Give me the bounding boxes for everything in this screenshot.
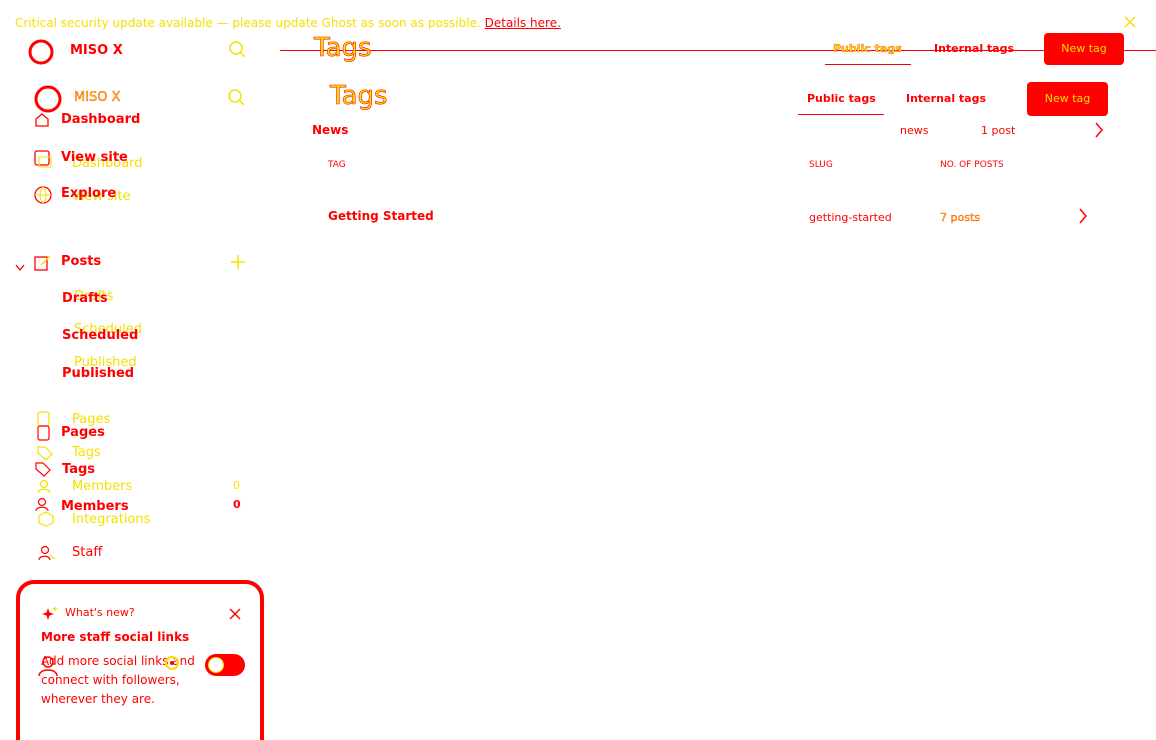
tag-row-slug: getting-started bbox=[809, 211, 892, 224]
view-site-icon bbox=[34, 150, 52, 172]
tab-public-underline bbox=[798, 114, 884, 115]
sidebar-item-published[interactable]: Published bbox=[62, 366, 134, 381]
whats-new-body-line3: wherever they are. bbox=[41, 692, 155, 706]
tab-internal-ghost[interactable]: Internal tags bbox=[934, 42, 1014, 55]
header-rule bbox=[280, 50, 1156, 51]
page-title: Tags bbox=[330, 81, 388, 112]
tag-row-name[interactable]: Getting Started bbox=[328, 209, 434, 223]
banner-message: Critical security update available — ple… bbox=[15, 16, 481, 30]
column-header-posts: NO. OF POSTS bbox=[940, 160, 1004, 170]
brand-logo-ghost bbox=[28, 38, 56, 70]
settings-icon[interactable] bbox=[163, 654, 181, 676]
tag-row-count: 1 post bbox=[981, 124, 1016, 137]
globe-icon bbox=[34, 186, 52, 208]
user-avatar-icon[interactable] bbox=[36, 652, 66, 686]
tag-icon bbox=[35, 444, 55, 482]
sidebar-item-posts[interactable]: Posts bbox=[61, 254, 101, 269]
new-tag-button-ghost[interactable]: New tag bbox=[1044, 33, 1124, 65]
integrations-icon bbox=[38, 511, 54, 531]
members-count-ghost: 0 bbox=[233, 479, 240, 492]
sidebar-item-view-site[interactable]: View site bbox=[61, 150, 128, 165]
sidebar-item-staff[interactable]: Staff bbox=[72, 545, 102, 560]
sidebar-item-tags-ghost: Tags bbox=[72, 445, 101, 460]
posts-icon bbox=[34, 254, 52, 276]
column-header-slug: SLUG bbox=[809, 160, 833, 170]
brand-name: MISO X bbox=[74, 90, 121, 105]
tab-internal[interactable]: Internal tags bbox=[906, 92, 986, 105]
tag-row-slug: news bbox=[900, 124, 929, 137]
search-icon-ghost[interactable] bbox=[229, 41, 247, 63]
sidebar-item-tags[interactable]: Tags bbox=[62, 462, 95, 477]
banner-details-link[interactable]: Details here. bbox=[485, 16, 561, 30]
sidebar-item-scheduled[interactable]: Scheduled bbox=[62, 328, 138, 343]
page-title-ghost: Tags bbox=[314, 33, 372, 64]
sidebar-item-dashboard[interactable]: Dashboard bbox=[61, 112, 140, 127]
whats-new-heading: More staff social links bbox=[41, 630, 190, 644]
staff-icon bbox=[38, 545, 56, 567]
sidebar-item-integrations[interactable]: Integrations bbox=[72, 512, 150, 527]
whats-new-close-icon[interactable] bbox=[229, 605, 241, 624]
new-tag-button[interactable]: New tag bbox=[1027, 82, 1108, 116]
members-count: 0 bbox=[233, 498, 241, 511]
dark-mode-toggle[interactable] bbox=[205, 654, 245, 676]
brand-name-ghost: MISO X bbox=[70, 43, 123, 58]
banner-close-icon[interactable] bbox=[1123, 14, 1137, 33]
whats-new-title: What's new? bbox=[65, 606, 135, 619]
chevron-down-icon[interactable] bbox=[15, 257, 25, 276]
sparkle-icon bbox=[42, 606, 58, 626]
pages-icon bbox=[37, 411, 51, 445]
sidebar-item-members-ghost: Members bbox=[72, 479, 133, 494]
tab-public-ghost[interactable]: Public tags bbox=[833, 42, 902, 55]
sidebar-item-pages[interactable]: Pages bbox=[61, 425, 105, 440]
update-banner: Critical security update available — ple… bbox=[15, 16, 561, 30]
tab-public[interactable]: Public tags bbox=[807, 92, 876, 105]
sidebar-item-explore[interactable]: Explore bbox=[61, 186, 116, 201]
toggle-knob bbox=[208, 657, 224, 673]
column-header-tag: TAG bbox=[328, 160, 346, 170]
dashboard-icon bbox=[34, 112, 50, 132]
search-icon[interactable] bbox=[228, 89, 246, 111]
add-post-icon[interactable] bbox=[230, 254, 246, 274]
tag-row-count: 7 posts bbox=[940, 211, 980, 224]
tag-row-name[interactable]: News bbox=[312, 123, 348, 137]
sidebar-item-drafts[interactable]: Drafts bbox=[62, 291, 108, 306]
row-chevron-right-icon[interactable] bbox=[1094, 122, 1104, 142]
tab-public-ghost-underline bbox=[825, 64, 911, 65]
row-chevron-right-icon[interactable] bbox=[1078, 208, 1088, 228]
